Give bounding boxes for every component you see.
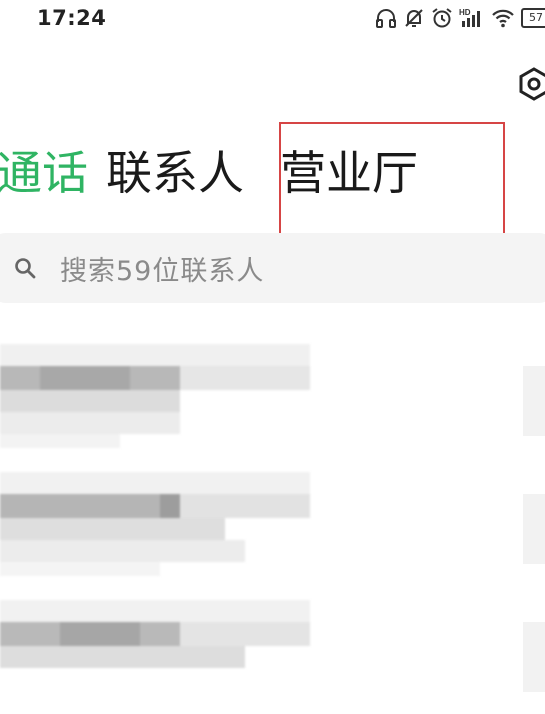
highlight-box <box>279 122 505 240</box>
status-bar: 17:24 HD 57 <box>0 0 545 38</box>
status-time: 17:24 <box>37 6 107 30</box>
list-item[interactable] <box>0 458 545 586</box>
pixelated-contact-info <box>0 472 310 582</box>
list-item[interactable] <box>0 330 545 458</box>
search-icon <box>15 258 36 279</box>
search-placeholder: 搜索59位联系人 <box>60 256 265 287</box>
list-item[interactable] <box>0 586 545 714</box>
svg-text:HD: HD <box>459 8 471 17</box>
settings-icon[interactable] <box>516 66 545 102</box>
wifi-icon <box>492 9 514 28</box>
contact-list <box>0 330 545 714</box>
pixelated-contact-info <box>0 600 310 710</box>
hd-signal-icon: HD <box>459 8 480 27</box>
tab-calls[interactable]: 通话 <box>0 138 106 208</box>
headphones-icon <box>376 9 396 28</box>
pixelated-contact-info <box>0 344 310 454</box>
mute-bell-icon <box>405 9 423 27</box>
list-item-meta <box>523 494 545 564</box>
list-item-meta <box>523 366 545 436</box>
alarm-icon <box>432 8 452 28</box>
list-item-meta <box>523 622 545 692</box>
search-bar[interactable]: 搜索59位联系人 <box>0 233 545 303</box>
tab-contacts[interactable]: 联系人 <box>106 138 262 208</box>
battery-icon: 57 <box>521 8 545 28</box>
status-icons: HD 57 <box>375 5 545 31</box>
